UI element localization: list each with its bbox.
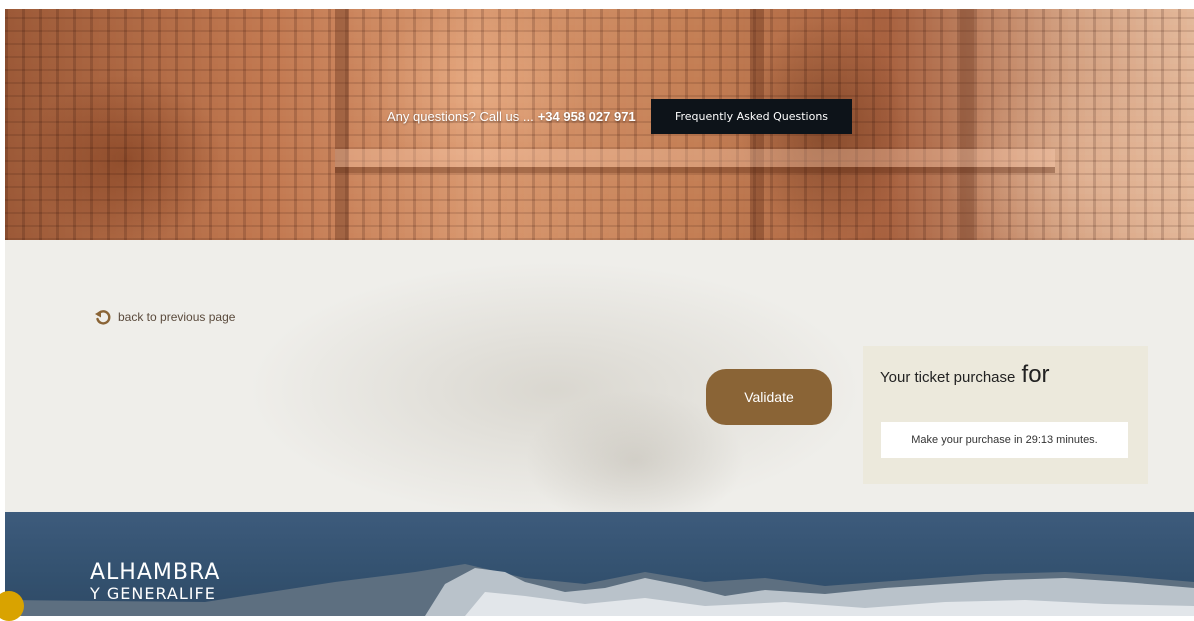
hero-banner: Any questions? Call us ... +34 958 027 97…	[5, 9, 1194, 240]
hero-band	[335, 167, 1055, 173]
page-frame: Any questions? Call us ... +34 958 027 97…	[5, 9, 1194, 616]
back-arrow-icon	[95, 310, 111, 325]
ticket-panel: Your ticket purchase for Make your purch…	[863, 346, 1148, 484]
hero-band	[335, 149, 1055, 167]
hero-carving-texture	[5, 9, 1194, 240]
back-link[interactable]: back to previous page	[93, 307, 235, 327]
validate-button[interactable]: Validate	[706, 369, 832, 425]
purchase-timer: Make your purchase in 29:13 minutes.	[881, 422, 1128, 458]
ticket-title-text: Your ticket purchase	[880, 369, 1016, 386]
footer-logo[interactable]: ALHAMBRA Y GENERALIFE	[90, 562, 220, 602]
contact-info: Any questions? Call us ... +34 958 027 97…	[387, 109, 636, 124]
contact-text: Any questions? Call us ...	[387, 109, 534, 124]
timer-text: Make your purchase in 29:13 minutes.	[911, 434, 1098, 446]
faq-button[interactable]: Frequently Asked Questions	[651, 99, 852, 134]
hero-pillar	[335, 9, 349, 240]
chat-icon[interactable]	[0, 591, 24, 621]
logo-line1: ALHAMBRA	[90, 560, 221, 585]
ticket-title-suffix: for	[1021, 361, 1050, 388]
main-section: back to previous page Validate Your tick…	[5, 240, 1194, 512]
footer: ALHAMBRA Y GENERALIFE	[5, 512, 1194, 616]
hero-pillar	[960, 9, 974, 240]
back-link-label: back to previous page	[118, 310, 236, 324]
logo-line2: Y GENERALIFE	[90, 584, 216, 603]
ticket-panel-title: Your ticket purchase for	[880, 361, 1050, 389]
phone-number[interactable]: +34 958 027 971	[538, 109, 636, 124]
